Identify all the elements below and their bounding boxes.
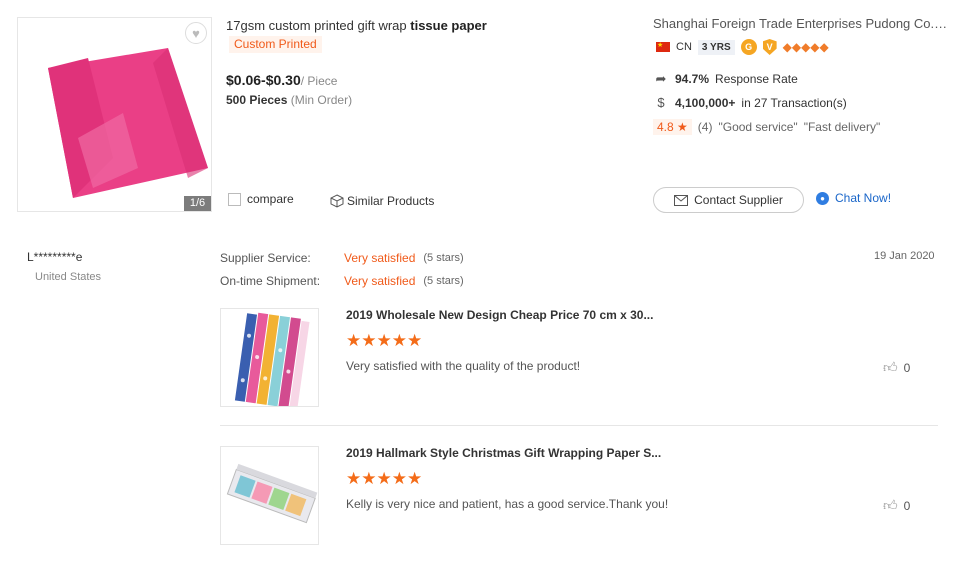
product-title-keyword[interactable]: tissue paper: [410, 18, 487, 33]
supplier-service-label: Supplier Service:: [220, 251, 311, 265]
rating-value: 4.8: [657, 120, 674, 134]
supplier-rating-row: 4.8 ★ (4) "Good service" "Fast delivery": [653, 119, 880, 135]
response-rate-value: 94.7%: [675, 72, 710, 86]
review-item-image[interactable]: [220, 308, 319, 407]
review-item-image[interactable]: [220, 446, 319, 545]
gold-supplier-icon: G: [740, 39, 757, 55]
review-item-stars: ★★★★★: [346, 469, 423, 488]
reviewer-name: L*********e: [27, 250, 83, 264]
thumbs-up-icon[interactable]: 👍︎: [883, 497, 898, 514]
china-flag-icon: [656, 41, 670, 52]
product-image[interactable]: [17, 17, 212, 212]
diamond-rating-icon: ◆◆◆◆◆: [782, 40, 829, 54]
transactions-row: $ 4,100,000+ in 27 Transaction(s): [653, 95, 847, 110]
chat-now-link[interactable]: ● Chat Now!: [816, 191, 891, 205]
similar-products-link[interactable]: Similar Products: [330, 194, 434, 208]
years-badge: 3 YRS: [697, 39, 735, 55]
shipment-value: Very satisfied: [344, 274, 416, 288]
contact-supplier-button[interactable]: Contact Supplier: [653, 187, 804, 213]
custom-printed-tag: Custom Printed: [229, 36, 322, 53]
review-item-title[interactable]: 2019 Hallmark Style Christmas Gift Wrapp…: [346, 446, 661, 460]
price-range: $0.06-$0.30/ Piece: [226, 72, 337, 88]
like-button[interactable]: 👍︎ 0: [883, 359, 910, 376]
chat-icon: ●: [816, 191, 829, 205]
moq-value: 500 Pieces: [226, 93, 288, 107]
shipment-label: On-time Shipment:: [220, 274, 321, 288]
cube-icon: [330, 194, 344, 208]
rating-badge: 4.8 ★: [653, 119, 692, 135]
price-value: $0.06-$0.30: [226, 72, 301, 88]
like-count: 0: [903, 498, 911, 513]
product-title-text[interactable]: 17gsm custom printed gift wrap: [226, 18, 410, 33]
verified-shield-icon: V: [762, 39, 777, 55]
min-order: 500 Pieces (Min Order): [226, 93, 352, 107]
share-arrow-icon: ➦: [655, 71, 667, 86]
shipment-rating: On-time Shipment: Very satisfied (5 star…: [220, 274, 464, 288]
country-code: CN: [676, 41, 692, 53]
divider: [220, 425, 938, 426]
chat-now-label[interactable]: Chat Now!: [835, 191, 891, 205]
shipment-stars: (5 stars): [423, 275, 464, 287]
reviewer-country: United States: [35, 271, 102, 283]
compare-label[interactable]: compare: [247, 192, 294, 206]
moq-note: (Min Order): [290, 93, 353, 107]
supplier-badges: CN 3 YRS G V ◆◆◆◆◆: [656, 39, 829, 55]
review-date: 19 Jan 2020: [874, 250, 935, 262]
product-title[interactable]: 17gsm custom printed gift wrap tissue pa…: [226, 18, 487, 33]
contact-supplier-label[interactable]: Contact Supplier: [694, 193, 783, 207]
image-pager: 1/6: [184, 196, 211, 211]
envelope-icon: [674, 194, 689, 206]
compare-checkbox[interactable]: compare: [228, 192, 294, 206]
like-button[interactable]: 👍︎ 0: [883, 497, 910, 514]
star-icon: ★: [677, 120, 688, 134]
response-rate-label: Response Rate: [715, 72, 798, 86]
similar-products-label[interactable]: Similar Products: [347, 194, 434, 208]
review-quote-fast-delivery: "Fast delivery": [803, 120, 881, 134]
dollar-icon: $: [657, 95, 665, 110]
supplier-service-rating: Supplier Service: Very satisfied (5 star…: [220, 251, 464, 265]
review-quote-good-service: "Good service": [718, 120, 798, 134]
transactions-amount: 4,100,000+: [675, 95, 736, 110]
heart-icon[interactable]: ♥: [185, 22, 207, 44]
review-item-title[interactable]: 2019 Wholesale New Design Cheap Price 70…: [346, 308, 653, 322]
price-unit: / Piece: [300, 74, 338, 88]
thumbs-up-icon[interactable]: 👍︎: [883, 359, 898, 376]
transactions-text: in 27 Transaction(s): [741, 95, 847, 110]
supplier-service-stars: (5 stars): [423, 252, 464, 264]
review-item-stars: ★★★★★: [346, 331, 423, 350]
supplier-service-value: Very satisfied: [344, 251, 416, 265]
review-count[interactable]: (4): [698, 120, 713, 134]
checkbox-icon[interactable]: [228, 192, 241, 206]
review-item-comment: Kelly is very nice and patient, has a go…: [346, 497, 669, 511]
like-count: 0: [903, 360, 911, 375]
review-item-comment: Very satisfied with the quality of the p…: [346, 359, 581, 373]
supplier-name[interactable]: Shanghai Foreign Trade Enterprises Pudon…: [653, 16, 948, 31]
response-rate-row: ➦ 94.7% Response Rate: [653, 71, 798, 87]
